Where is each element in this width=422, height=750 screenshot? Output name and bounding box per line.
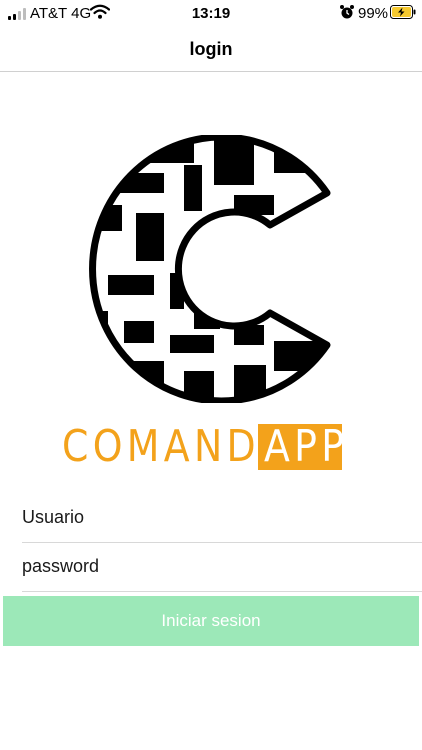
login-button[interactable]: Iniciar sesion xyxy=(3,596,419,646)
navigation-bar: login xyxy=(0,28,422,72)
app-logo: COMAND APP xyxy=(0,72,422,472)
brand-wordmark: COMAND APP xyxy=(62,421,344,472)
battery-percent: 99% xyxy=(358,5,389,22)
brand-text-primary: COMAND xyxy=(62,421,260,472)
qr-c-logo-icon xyxy=(89,135,331,403)
username-input[interactable] xyxy=(22,507,402,528)
page-title: login xyxy=(189,39,233,59)
brand-text-highlight: APP xyxy=(258,424,344,470)
status-bar: AT&T 4G 13:19 99% xyxy=(0,0,422,28)
battery-charging-icon xyxy=(390,5,416,24)
username-field[interactable] xyxy=(22,493,422,543)
password-input[interactable] xyxy=(22,556,402,577)
alarm-icon xyxy=(339,4,355,25)
password-field[interactable] xyxy=(22,542,422,592)
